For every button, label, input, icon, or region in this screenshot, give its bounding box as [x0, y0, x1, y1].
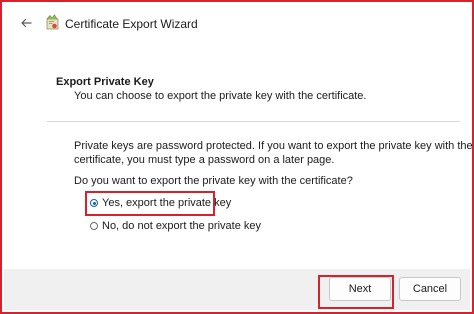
info-text-line1: Private keys are password protected. If …: [74, 140, 473, 152]
certificate-wizard-icon: [45, 14, 61, 32]
radio-selected-icon: [90, 199, 98, 207]
page-description: You can choose to export the private key…: [74, 90, 367, 102]
radio-export-no[interactable]: No, do not export the private key: [90, 218, 261, 234]
wizard-window: Certificate Export Wizard Export Private…: [0, 0, 474, 314]
next-button[interactable]: Next: [329, 277, 391, 301]
cancel-button[interactable]: Cancel: [399, 277, 461, 301]
back-arrow-icon[interactable]: [18, 15, 34, 31]
export-question: Do you want to export the private key wi…: [74, 175, 353, 187]
radio-export-no-label: No, do not export the private key: [102, 220, 261, 232]
radio-export-yes-label: Yes, export the private key: [102, 197, 232, 209]
window-title: Certificate Export Wizard: [65, 17, 198, 31]
title-bar: Certificate Export Wizard: [4, 4, 470, 44]
radio-unselected-icon: [90, 222, 98, 230]
wizard-footer: Next Cancel: [4, 269, 470, 310]
page-heading: Export Private Key: [56, 76, 154, 88]
info-text-line2: certificate, you must type a password on…: [74, 154, 335, 166]
page-header: Export Private Key You can choose to exp…: [4, 44, 470, 119]
header-divider: [47, 121, 460, 122]
radio-export-yes[interactable]: Yes, export the private key: [90, 195, 231, 211]
